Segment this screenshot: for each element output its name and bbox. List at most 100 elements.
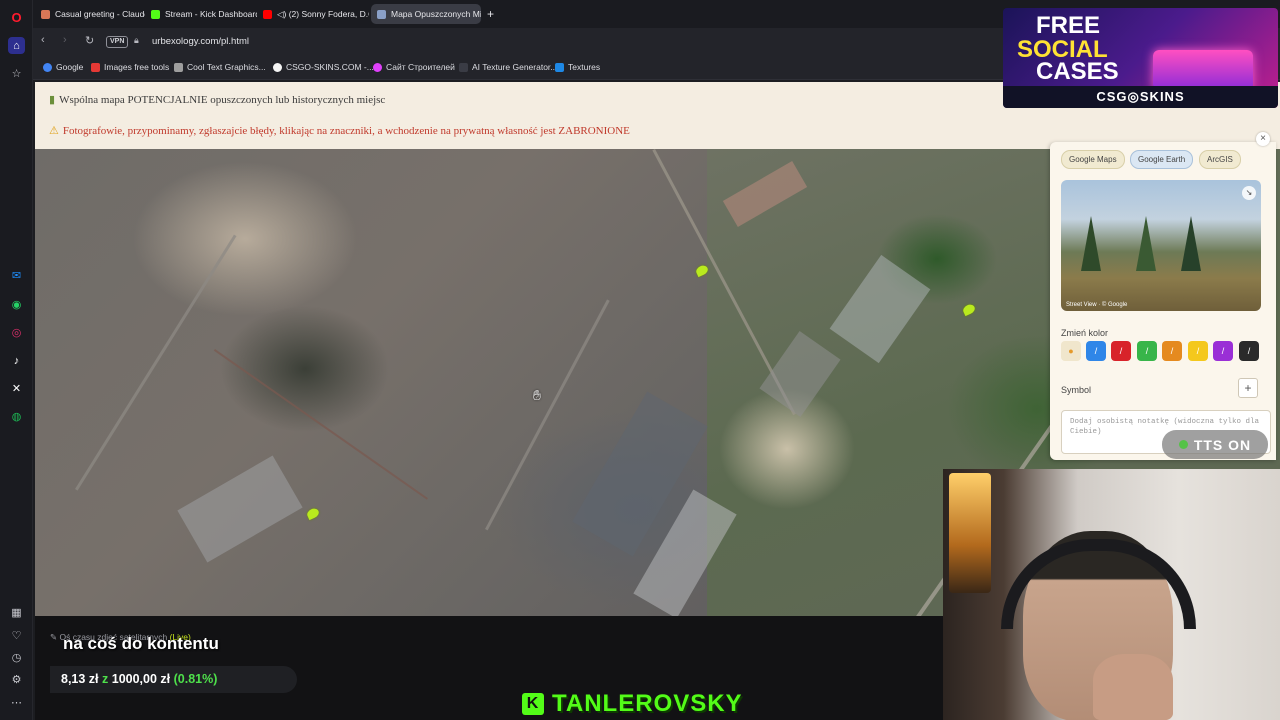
- webcam-lamp: [949, 473, 991, 593]
- x-icon[interactable]: ✕: [8, 380, 25, 397]
- bookmark-label: AI Texture Generator...: [472, 62, 558, 72]
- color-swatch-yellow[interactable]: /: [1188, 341, 1208, 361]
- arcgis-button[interactable]: ArcGIS: [1199, 150, 1241, 169]
- bookmark-images-free-tools[interactable]: Images free tools: [91, 62, 169, 72]
- google-icon: [43, 62, 52, 72]
- info-banner: ▮ Wspólna mapa POTENCJALNIE opuszczonych …: [49, 93, 385, 106]
- textures-icon: [555, 62, 564, 72]
- spotify-icon[interactable]: ◍: [8, 408, 25, 425]
- messenger-icon[interactable]: ✉: [8, 267, 25, 284]
- street-view-caption: Street View · © Google: [1066, 302, 1128, 308]
- tab-label: Mapa Opuszczonych Mie: [391, 9, 481, 19]
- bookmark-label: Сайт Строителей: [386, 62, 455, 72]
- webcam-feed: [943, 469, 1280, 720]
- map-icon: [377, 9, 386, 19]
- ad-line3: CASES: [1036, 58, 1119, 85]
- new-tab-button[interactable]: +: [485, 4, 501, 24]
- info-text: Wspólna mapa POTENCJALNIE opuszczonych l…: [59, 94, 386, 106]
- bookmark-cool-text[interactable]: Cool Text Graphics...: [174, 62, 266, 72]
- photo-tree: [1081, 216, 1101, 271]
- apps-icon[interactable]: ▦: [8, 604, 25, 621]
- claude-icon: [41, 9, 50, 19]
- ad-brand: CSG◎SKINS: [1003, 86, 1278, 108]
- photo-tree: [1181, 216, 1201, 271]
- bookmark-label: CSGO-SKINS.COM -...: [286, 62, 374, 72]
- image-icon: [91, 62, 100, 72]
- location-panel: × Google Maps Google Earth ArcGIS ↘ Stre…: [1050, 132, 1276, 460]
- tts-indicator: TTS ON: [1162, 430, 1268, 459]
- streamer-name: K TANLEROVSKY: [522, 690, 743, 718]
- bookmark-google[interactable]: Google: [43, 62, 83, 72]
- bookmark-label: Textures: [568, 62, 601, 72]
- color-swatch-blue[interactable]: /: [1086, 341, 1106, 361]
- status-dot-icon: [1178, 440, 1188, 449]
- bookmark-label: Google: [56, 62, 84, 72]
- donation-goal-amount: 1000,00 zł: [111, 672, 171, 686]
- ad-line1: FREE: [1036, 12, 1101, 39]
- add-symbol-button[interactable]: +: [1238, 378, 1258, 398]
- heart-icon[interactable]: ♡: [8, 627, 25, 644]
- csgo-skins-ad[interactable]: FREE SOCIAL CASES CSG◎SKINS: [1003, 8, 1278, 108]
- donation-current: 8,13 zł: [61, 672, 99, 686]
- donation-percent: (0.81%): [173, 672, 218, 686]
- bookmark-builders-site[interactable]: Сайт Строителей: [373, 62, 455, 72]
- google-earth-button[interactable]: Google Earth: [1130, 150, 1194, 169]
- expand-icon[interactable]: ↘: [1242, 186, 1256, 200]
- lock-icon[interactable]: 🔒︎: [134, 35, 139, 46]
- google-maps-button[interactable]: Google Maps: [1061, 150, 1125, 169]
- stream-subtitle: na coś do kontentu: [63, 634, 219, 653]
- warning-text: Fotografowie, przypominamy, zgłaszajcie …: [62, 125, 630, 137]
- headphones-icon: [1001, 539, 1196, 629]
- reload-icon[interactable]: ↻: [85, 34, 94, 47]
- home-icon[interactable]: ⌂: [8, 37, 25, 54]
- case-icon: [1153, 50, 1253, 90]
- tab-claude[interactable]: Casual greeting - Claude: [35, 4, 145, 24]
- color-swatch-orange[interactable]: /: [1162, 341, 1182, 361]
- tab-label: ◁) (2) Sonny Fodera, D.O.: [277, 8, 369, 19]
- kick-logo-icon: K: [522, 693, 544, 715]
- more-icon[interactable]: ⋯: [8, 694, 25, 711]
- warning-banner: ⚠ Fotografowie, przypominamy, zgłaszajcie…: [49, 124, 630, 137]
- star-icon[interactable]: ☆: [8, 65, 25, 82]
- bookmark-textures[interactable]: Textures: [555, 62, 600, 72]
- browser-sidebar: O ⌂ ☆ ✉ ◉ ◎ ♪ ✕ ◍ ▦ ♡ ◷ ⚙ ⋯: [0, 0, 33, 720]
- opera-logo-icon[interactable]: O: [8, 9, 25, 26]
- settings-icon[interactable]: ⚙: [8, 671, 25, 688]
- bookmark-ai-texture[interactable]: AI Texture Generator...: [459, 62, 557, 72]
- close-icon[interactable]: ×: [1256, 132, 1270, 146]
- youtube-icon: [263, 9, 272, 19]
- whatsapp-icon[interactable]: ◉: [8, 296, 25, 313]
- kick-icon: [151, 9, 160, 19]
- tts-label: TTS ON: [1193, 436, 1252, 453]
- vpn-badge[interactable]: VPN: [106, 36, 129, 48]
- color-swatch-red[interactable]: /: [1111, 341, 1131, 361]
- color-swatch-black[interactable]: /: [1239, 341, 1259, 361]
- street-view-photo[interactable]: ↘ Street View · © Google: [1061, 180, 1261, 311]
- color-swatch-purple[interactable]: /: [1213, 341, 1233, 361]
- color-swatch-green[interactable]: /: [1137, 341, 1157, 361]
- tab-kick[interactable]: Stream - Kick Dashboard: [145, 4, 257, 24]
- tiktok-icon[interactable]: ♪: [8, 352, 25, 369]
- bookmark-label: Images free tools: [104, 62, 170, 72]
- instagram-icon[interactable]: ◎: [8, 324, 25, 341]
- symbol-label: Symbol: [1061, 385, 1092, 395]
- tab-youtube[interactable]: ◁) (2) Sonny Fodera, D.O.: [257, 4, 369, 24]
- tab-label: Stream - Kick Dashboard: [165, 9, 257, 19]
- tab-label: Casual greeting - Claude: [55, 9, 145, 19]
- builders-icon: [373, 62, 382, 72]
- history-icon[interactable]: ◷: [8, 649, 25, 666]
- bookmark-csgo-skins[interactable]: CSGO-SKINS.COM -...: [273, 62, 374, 72]
- bookmark-label: Cool Text Graphics...: [187, 62, 266, 72]
- streamer-hand: [1093, 654, 1173, 720]
- csgo-icon: [273, 62, 282, 72]
- url-field[interactable]: urbexology.com/pl.html: [152, 36, 249, 47]
- tab-urbexology[interactable]: Mapa Opuszczonych Mie: [371, 4, 481, 24]
- cooltext-icon: [174, 62, 183, 72]
- streamer-label: TANLEROVSKY: [552, 690, 743, 717]
- hand-cursor-icon: ✋︎: [533, 387, 541, 403]
- back-icon[interactable]: ‹: [41, 34, 45, 46]
- ai-texture-icon: [459, 62, 468, 72]
- color-label: Zmień kolor: [1061, 328, 1109, 338]
- forward-icon[interactable]: ›: [63, 34, 67, 46]
- color-swatch-default[interactable]: ●: [1061, 341, 1081, 361]
